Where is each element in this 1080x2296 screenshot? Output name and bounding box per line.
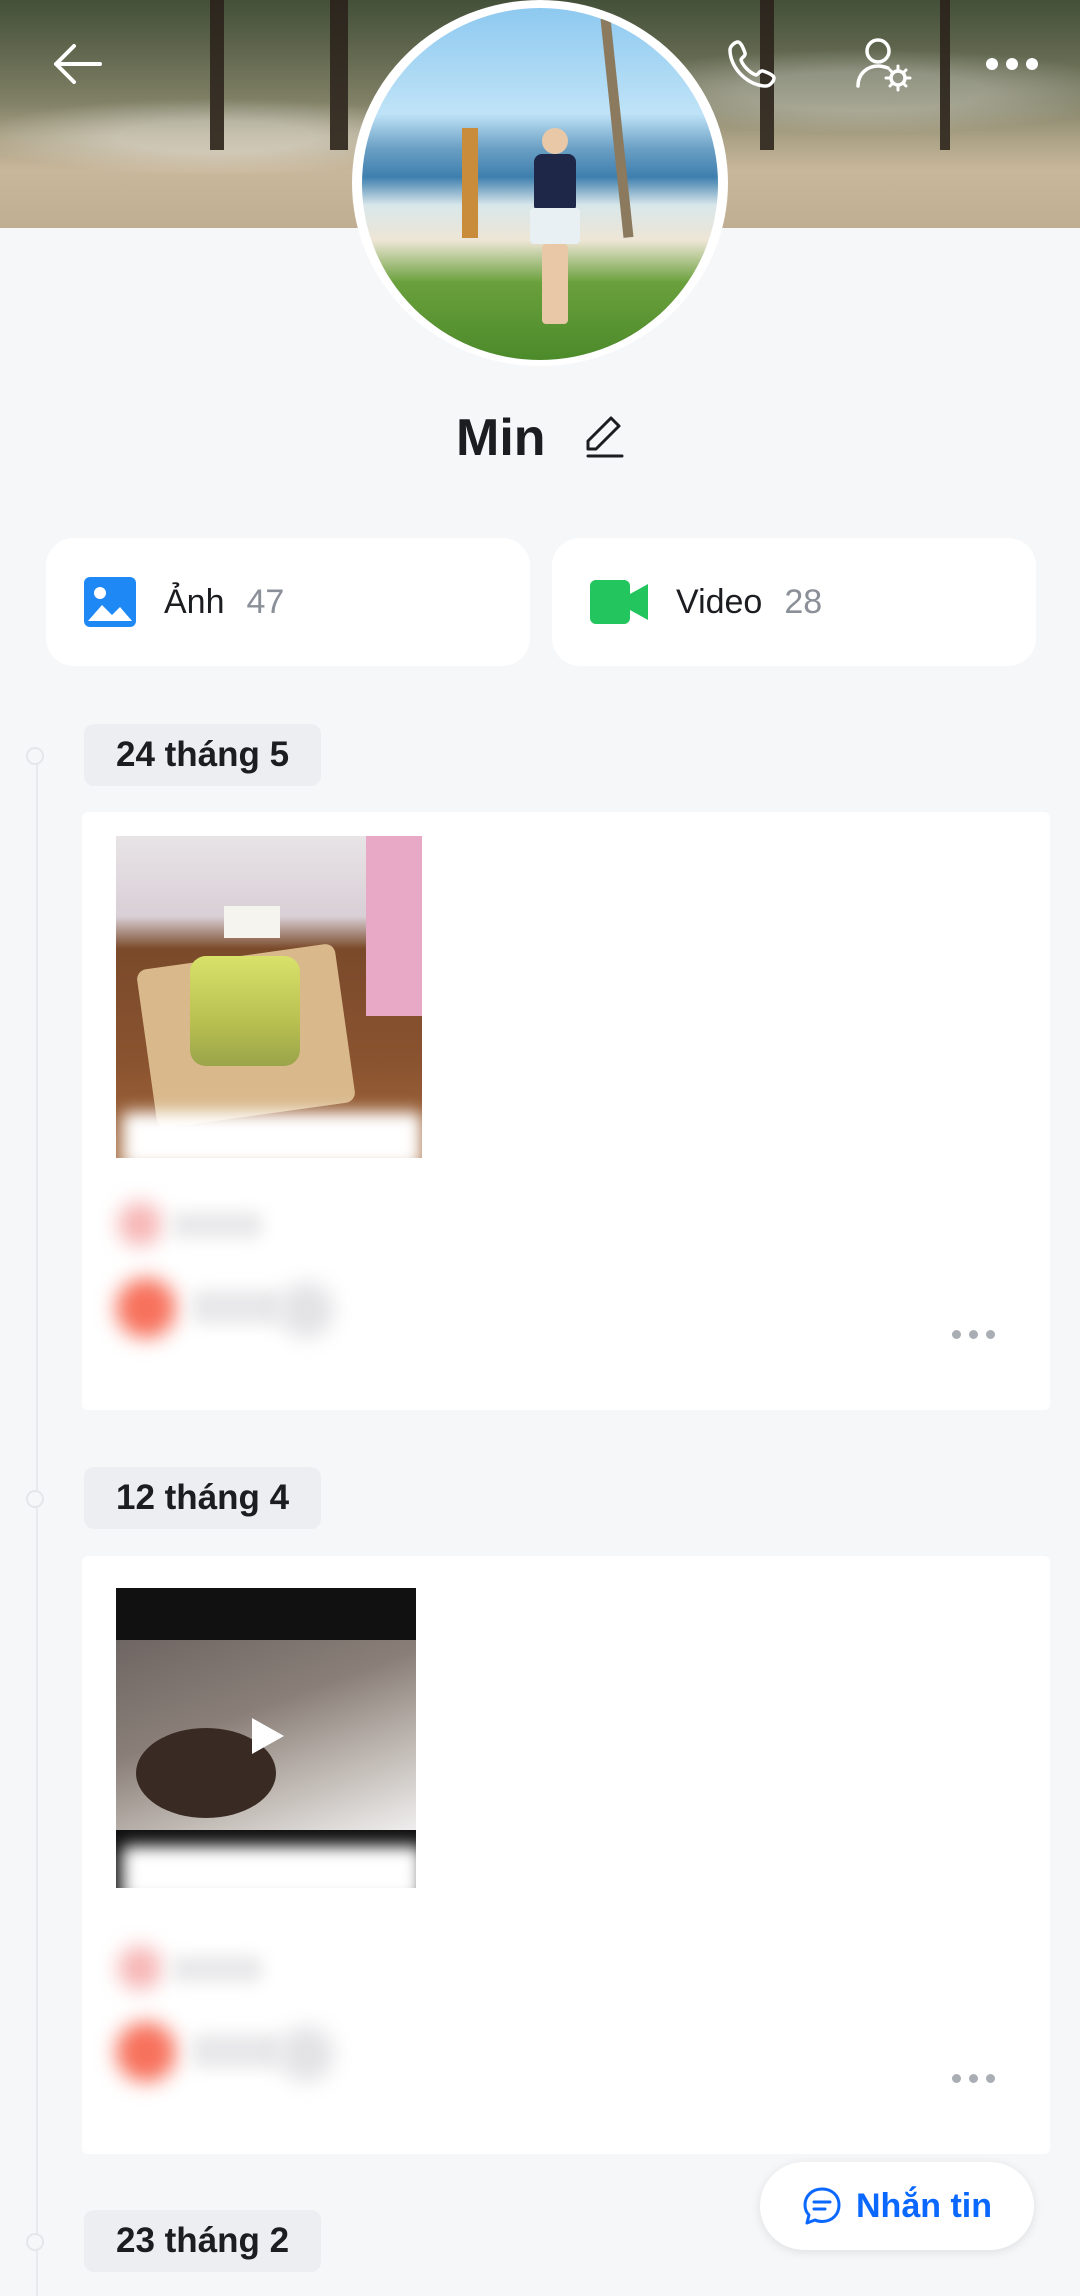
photo-caption-blur [122,1112,422,1168]
date-label: 12 tháng 4 [116,1478,290,1517]
comment-button-blur[interactable] [278,1282,334,1338]
call-button[interactable] [716,28,788,100]
pencil-icon [586,416,624,458]
dot [969,1330,978,1339]
post-more-button[interactable] [952,1330,995,1339]
user-settings-icon [856,38,912,92]
play-icon [252,1718,284,1754]
avatar[interactable] [362,8,718,360]
date-label: 24 tháng 5 [116,735,290,774]
videos-card[interactable]: Video 28 [552,538,1036,666]
date-chip: 12 tháng 4 [84,1467,322,1529]
photos-label: Ảnh [164,582,225,621]
video-camera-icon [590,580,648,624]
reaction-blur [118,1202,162,1246]
profile-name: Min [456,409,546,467]
timeline-line [36,750,38,2296]
dot [986,2074,995,2083]
like-button-blur[interactable] [116,1278,176,1338]
photos-card[interactable]: Ảnh 47 [46,538,530,666]
photo-cake [190,956,300,1066]
avatar-palm [600,18,634,238]
timeline-dot [26,1490,44,1508]
photos-count: 47 [246,582,285,621]
like-label-blur [192,1290,282,1324]
edit-name-button[interactable] [584,411,624,471]
dot [969,2074,978,2083]
avatar-person-legs [542,244,568,324]
post-photo[interactable] [116,836,422,1158]
photo-curtain [366,836,422,1016]
reaction-blur [118,1946,162,1990]
dot [986,1330,995,1339]
comment-button-blur[interactable] [278,2026,334,2082]
arrow-left-icon [54,44,102,84]
like-button-blur[interactable] [116,2022,176,2082]
avatar-person-skirt [530,208,580,244]
timeline-dot [26,747,44,765]
more-horizontal-icon [986,58,1038,70]
cover-tree [330,0,348,150]
date-label: 23 tháng 2 [116,2221,290,2260]
like-label-blur [192,2034,282,2068]
message-button[interactable]: Nhắn tin [760,2162,1034,2250]
post-more-button[interactable] [952,2074,995,2083]
dot [952,2074,961,2083]
phone-icon [728,40,776,88]
date-chip: 23 tháng 2 [84,2210,322,2272]
avatar-pole [462,128,478,238]
post-card[interactable] [82,1556,1050,2154]
profile-settings-button[interactable] [848,28,920,100]
reaction-text-blur [172,1956,262,1982]
photo-card-topper [224,906,280,938]
image-icon [84,577,136,627]
more-button[interactable] [976,28,1048,100]
videos-count: 28 [784,582,823,621]
videos-label: Video [676,582,763,621]
reaction-text-blur [172,1212,262,1238]
cover-tree [940,0,950,150]
dot [952,1330,961,1339]
avatar-person [542,128,568,154]
profile-name-row: Min [0,408,1080,471]
cover-tree [210,0,224,150]
back-button[interactable] [40,28,112,100]
post-video[interactable] [116,1588,416,1888]
chat-bubble-icon [803,2187,841,2225]
timeline-dot [26,2233,44,2251]
avatar-person-body [534,154,576,210]
post-card[interactable] [82,812,1050,1410]
date-chip: 24 tháng 5 [84,724,322,786]
message-label: Nhắn tin [856,2186,992,2225]
video-caption-blur [122,1846,422,1902]
